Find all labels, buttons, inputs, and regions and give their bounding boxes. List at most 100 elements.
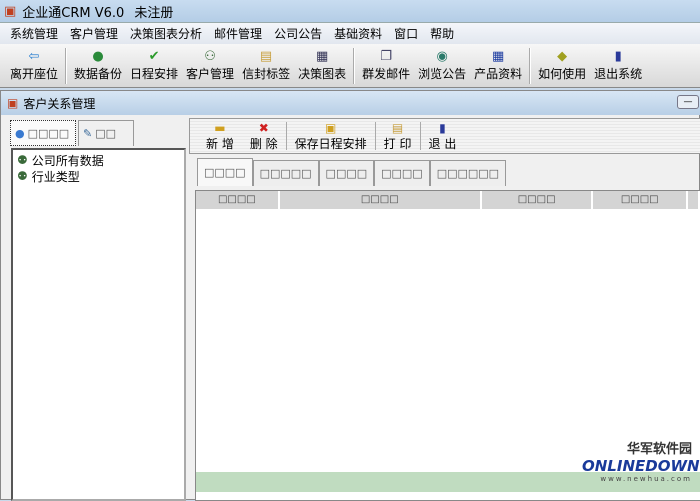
decision-chart-label: 决策图表 — [298, 67, 347, 81]
left-tab-1-label: □□□□ — [27, 126, 70, 140]
customer-management-button[interactable]: ⚇ 客户管理 — [182, 49, 238, 82]
how-to-use-button[interactable]: ◆ 如何使用 — [534, 49, 590, 82]
save-schedule-icon: ▣ — [324, 120, 337, 135]
grid-header: □□□□ □□□□ □□□□ □□□□ — [196, 191, 700, 209]
exit-system-icon: ▮ — [614, 49, 622, 64]
menu-bar: 系统管理 客户管理 决策图表分析 邮件管理 公司公告 基础资料 窗口 帮助 — [0, 22, 700, 44]
column-header-3[interactable]: □□□□ — [481, 191, 594, 209]
toolbar-separator — [353, 47, 356, 84]
print-icon: ▤ — [391, 120, 404, 135]
decision-chart-icon: ▦ — [315, 49, 329, 64]
left-panel: ● □□□□ ✎ □□ ⚉ 公司所有数据 ⚉ 行业类型 — [6, 118, 186, 501]
delete-icon: ✖ — [258, 120, 269, 135]
registration-status: 未注册 — [134, 5, 174, 21]
delete-label: 删 除 — [249, 136, 278, 151]
window-icon: ▣ — [7, 96, 19, 110]
tree-node-label: 公司所有数据 — [31, 153, 104, 168]
print-label: 打 印 — [383, 136, 412, 151]
save-schedule-label: 保存日程安排 — [294, 136, 367, 151]
data-backup-icon: ● — [92, 49, 104, 64]
how-to-use-icon: ◆ — [557, 49, 568, 64]
browse-announcement-icon: ◉ — [436, 49, 448, 64]
mass-mail-label: 群发邮件 — [362, 67, 411, 81]
decision-chart-button[interactable]: ▦ 决策图表 — [294, 49, 350, 82]
tree-node-label: 行业类型 — [31, 169, 80, 184]
exit-button[interactable]: ▮ 退 出 — [421, 121, 465, 152]
schedule-button[interactable]: ✔ 日程安排 — [126, 49, 182, 82]
watermark-cn: 华军软件园 — [626, 442, 692, 457]
person-icon: ● — [15, 126, 25, 140]
data-backup-label: 数据备份 — [74, 67, 123, 81]
leave-seat-button[interactable]: ⇦ 离开座位 — [6, 49, 62, 82]
title-bar: ▣ 企业通CRM V6.0 未注册 — [0, 0, 700, 22]
app-title: 企业通CRM V6.0 — [22, 5, 125, 21]
network-icon: ⚉ — [17, 153, 28, 167]
watermark-url: www.newhua.com — [600, 475, 692, 483]
column-header-1[interactable]: □□□□ — [196, 191, 280, 209]
product-data-button[interactable]: ▦ 产品资料 — [470, 49, 526, 82]
exit-system-label: 退出系统 — [594, 67, 643, 81]
left-tab-2[interactable]: ✎ □□ — [78, 120, 134, 146]
minimize-button[interactable]: — — [677, 95, 699, 109]
data-backup-button[interactable]: ● 数据备份 — [70, 49, 126, 82]
browse-announcement-button[interactable]: ◉ 浏览公告 — [414, 49, 470, 82]
menu-system[interactable]: 系统管理 — [4, 25, 64, 42]
how-to-use-label: 如何使用 — [538, 67, 587, 81]
menu-window[interactable]: 窗口 — [388, 25, 424, 42]
exit-label: 退 出 — [428, 136, 457, 151]
mass-mail-button[interactable]: ❐ 群发邮件 — [358, 49, 414, 82]
menu-decision-charts[interactable]: 决策图表分析 — [124, 25, 208, 42]
toolbar-separator — [65, 47, 68, 84]
exit-icon: ▮ — [439, 120, 446, 135]
column-header-5[interactable] — [688, 191, 700, 209]
column-header-4[interactable]: □□□□ — [593, 191, 689, 209]
watermark-logo: 华军软件园 ONLINEDOWN www.newhua.com — [582, 438, 700, 498]
category-tree: ⚉ 公司所有数据 ⚉ 行业类型 — [11, 148, 186, 501]
exit-system-button[interactable]: ▮ 退出系统 — [590, 49, 646, 82]
app-icon: ▣ — [4, 3, 17, 19]
record-tab-1[interactable]: □□□□ — [197, 158, 253, 186]
envelope-label-icon: ▤ — [259, 49, 273, 64]
record-toolbar: ▬ 新 增 ✖ 删 除 ▣ 保存日程安排 ▤ 打 印 ▮ 退 出 — [189, 118, 700, 154]
save-schedule-button[interactable]: ▣ 保存日程安排 — [287, 121, 375, 152]
print-button[interactable]: ▤ 打 印 — [376, 121, 420, 152]
customer-management-label: 客户管理 — [186, 67, 235, 81]
mass-mail-icon: ❐ — [380, 49, 392, 64]
menu-mail[interactable]: 邮件管理 — [208, 25, 268, 42]
crm-window-title: 客户关系管理 — [23, 96, 96, 111]
toolbar-separator — [529, 47, 532, 84]
main-toolbar: ⇦ 离开座位 ● 数据备份 ✔ 日程安排 ⚇ 客户管理 ▤ 信封标签 ▦ 决策图表 ❐ 群发邮件 ◉ 浏览公告… — [0, 44, 700, 88]
add-button[interactable]: ▬ 新 增 — [198, 121, 242, 152]
add-icon: ▬ — [214, 120, 226, 135]
menu-customer[interactable]: 客户管理 — [64, 25, 124, 42]
tools-icon: ✎ — [83, 127, 93, 140]
envelope-label-button[interactable]: ▤ 信封标签 — [238, 49, 294, 82]
customer-management-icon: ⚇ — [204, 49, 216, 64]
record-tab-4[interactable]: □□□□ — [374, 160, 430, 186]
menu-help[interactable]: 帮助 — [424, 25, 460, 42]
product-data-label: 产品资料 — [474, 67, 523, 81]
network-icon: ⚉ — [17, 169, 28, 183]
record-tab-2[interactable]: □□□□□ — [252, 160, 319, 186]
schedule-icon: ✔ — [148, 49, 160, 64]
menu-basic-data[interactable]: 基础资料 — [328, 25, 388, 42]
product-data-icon: ▦ — [491, 49, 505, 64]
left-tab-2-label: □□ — [95, 127, 117, 140]
tree-node-industry[interactable]: ⚉ 行业类型 — [17, 168, 180, 184]
add-label: 新 增 — [206, 136, 234, 151]
record-tab-3[interactable]: □□□□ — [318, 160, 375, 186]
schedule-label: 日程安排 — [130, 67, 179, 81]
menu-announcement[interactable]: 公司公告 — [268, 25, 328, 42]
left-tab-1[interactable]: ● □□□□ — [10, 120, 76, 146]
column-header-2[interactable]: □□□□ — [279, 191, 482, 209]
record-tab-5[interactable]: □□□□□□ — [429, 160, 507, 186]
leave-seat-icon: ⇦ — [28, 49, 40, 64]
envelope-label-label: 信封标签 — [242, 67, 291, 81]
delete-button[interactable]: ✖ 删 除 — [242, 121, 286, 152]
browse-announcement-label: 浏览公告 — [418, 67, 467, 81]
crm-window-title-bar: ▣ 客户关系管理 — — [1, 91, 700, 115]
record-tabs: □□□□ □□□□□ □□□□ □□□□ □□□□□□ — [197, 158, 507, 186]
watermark-brand: ONLINEDOWN — [582, 457, 700, 475]
tree-node-all-data[interactable]: ⚉ 公司所有数据 — [17, 152, 180, 168]
leave-seat-label: 离开座位 — [10, 67, 59, 81]
